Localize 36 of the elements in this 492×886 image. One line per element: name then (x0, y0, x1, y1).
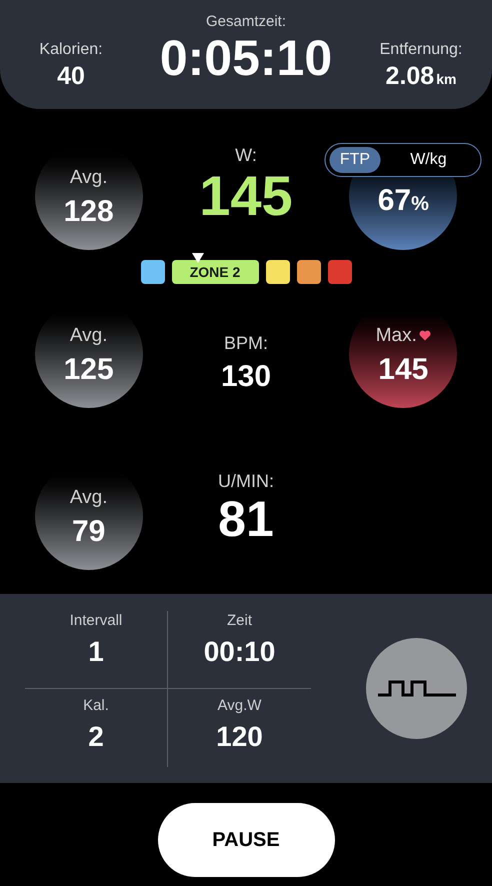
stat-value: 79 (72, 516, 106, 546)
stat-label: Avg. (70, 168, 108, 186)
stat-value: 128 (64, 196, 114, 226)
stat-label: Avg. (70, 326, 108, 344)
stat-value: 1 (88, 638, 104, 666)
distance-label: Entfernung: (380, 42, 462, 58)
cadence-label: U/MIN: (218, 472, 274, 490)
power-label: W: (235, 146, 257, 164)
pause-button[interactable]: PAUSE (158, 803, 334, 877)
stat-label: Intervall (70, 612, 122, 628)
stat-value: 00:10 (204, 638, 276, 666)
stat-value: 120 (216, 722, 263, 750)
stat-value: 145 (378, 354, 428, 384)
heart-rate-value: 130 (220, 362, 272, 392)
stat-label: Avg. (70, 488, 108, 506)
stat-value: 67% (378, 186, 429, 216)
zone-marker-icon (190, 252, 204, 264)
zone-label: ZONE 2 (172, 260, 258, 284)
mode-tab[interactable]: FTP (330, 147, 380, 173)
stat-label: Max. (376, 326, 417, 344)
power-value: 145 (199, 168, 293, 224)
stat-label: Avg.W (218, 698, 262, 712)
distance-value: 2.08 km (386, 64, 456, 89)
total-time-label: Gesamtzeit: (206, 14, 286, 29)
stat-label: Zeit (226, 612, 252, 628)
heart-icon (418, 330, 431, 340)
stat-label: Kal. (83, 698, 109, 712)
heart-rate-label: BPM: (224, 334, 268, 352)
calories-label: Kalorien: (39, 42, 103, 58)
calories-value: 40 (57, 64, 85, 89)
total-time-value: 0:05:10 (158, 33, 334, 88)
mode-tab[interactable]: W/kg (380, 147, 477, 173)
cadence-value: 81 (218, 494, 274, 544)
stat-value: 125 (64, 354, 114, 384)
square-wave-icon (376, 678, 456, 698)
stat-value: 2 (88, 722, 104, 750)
